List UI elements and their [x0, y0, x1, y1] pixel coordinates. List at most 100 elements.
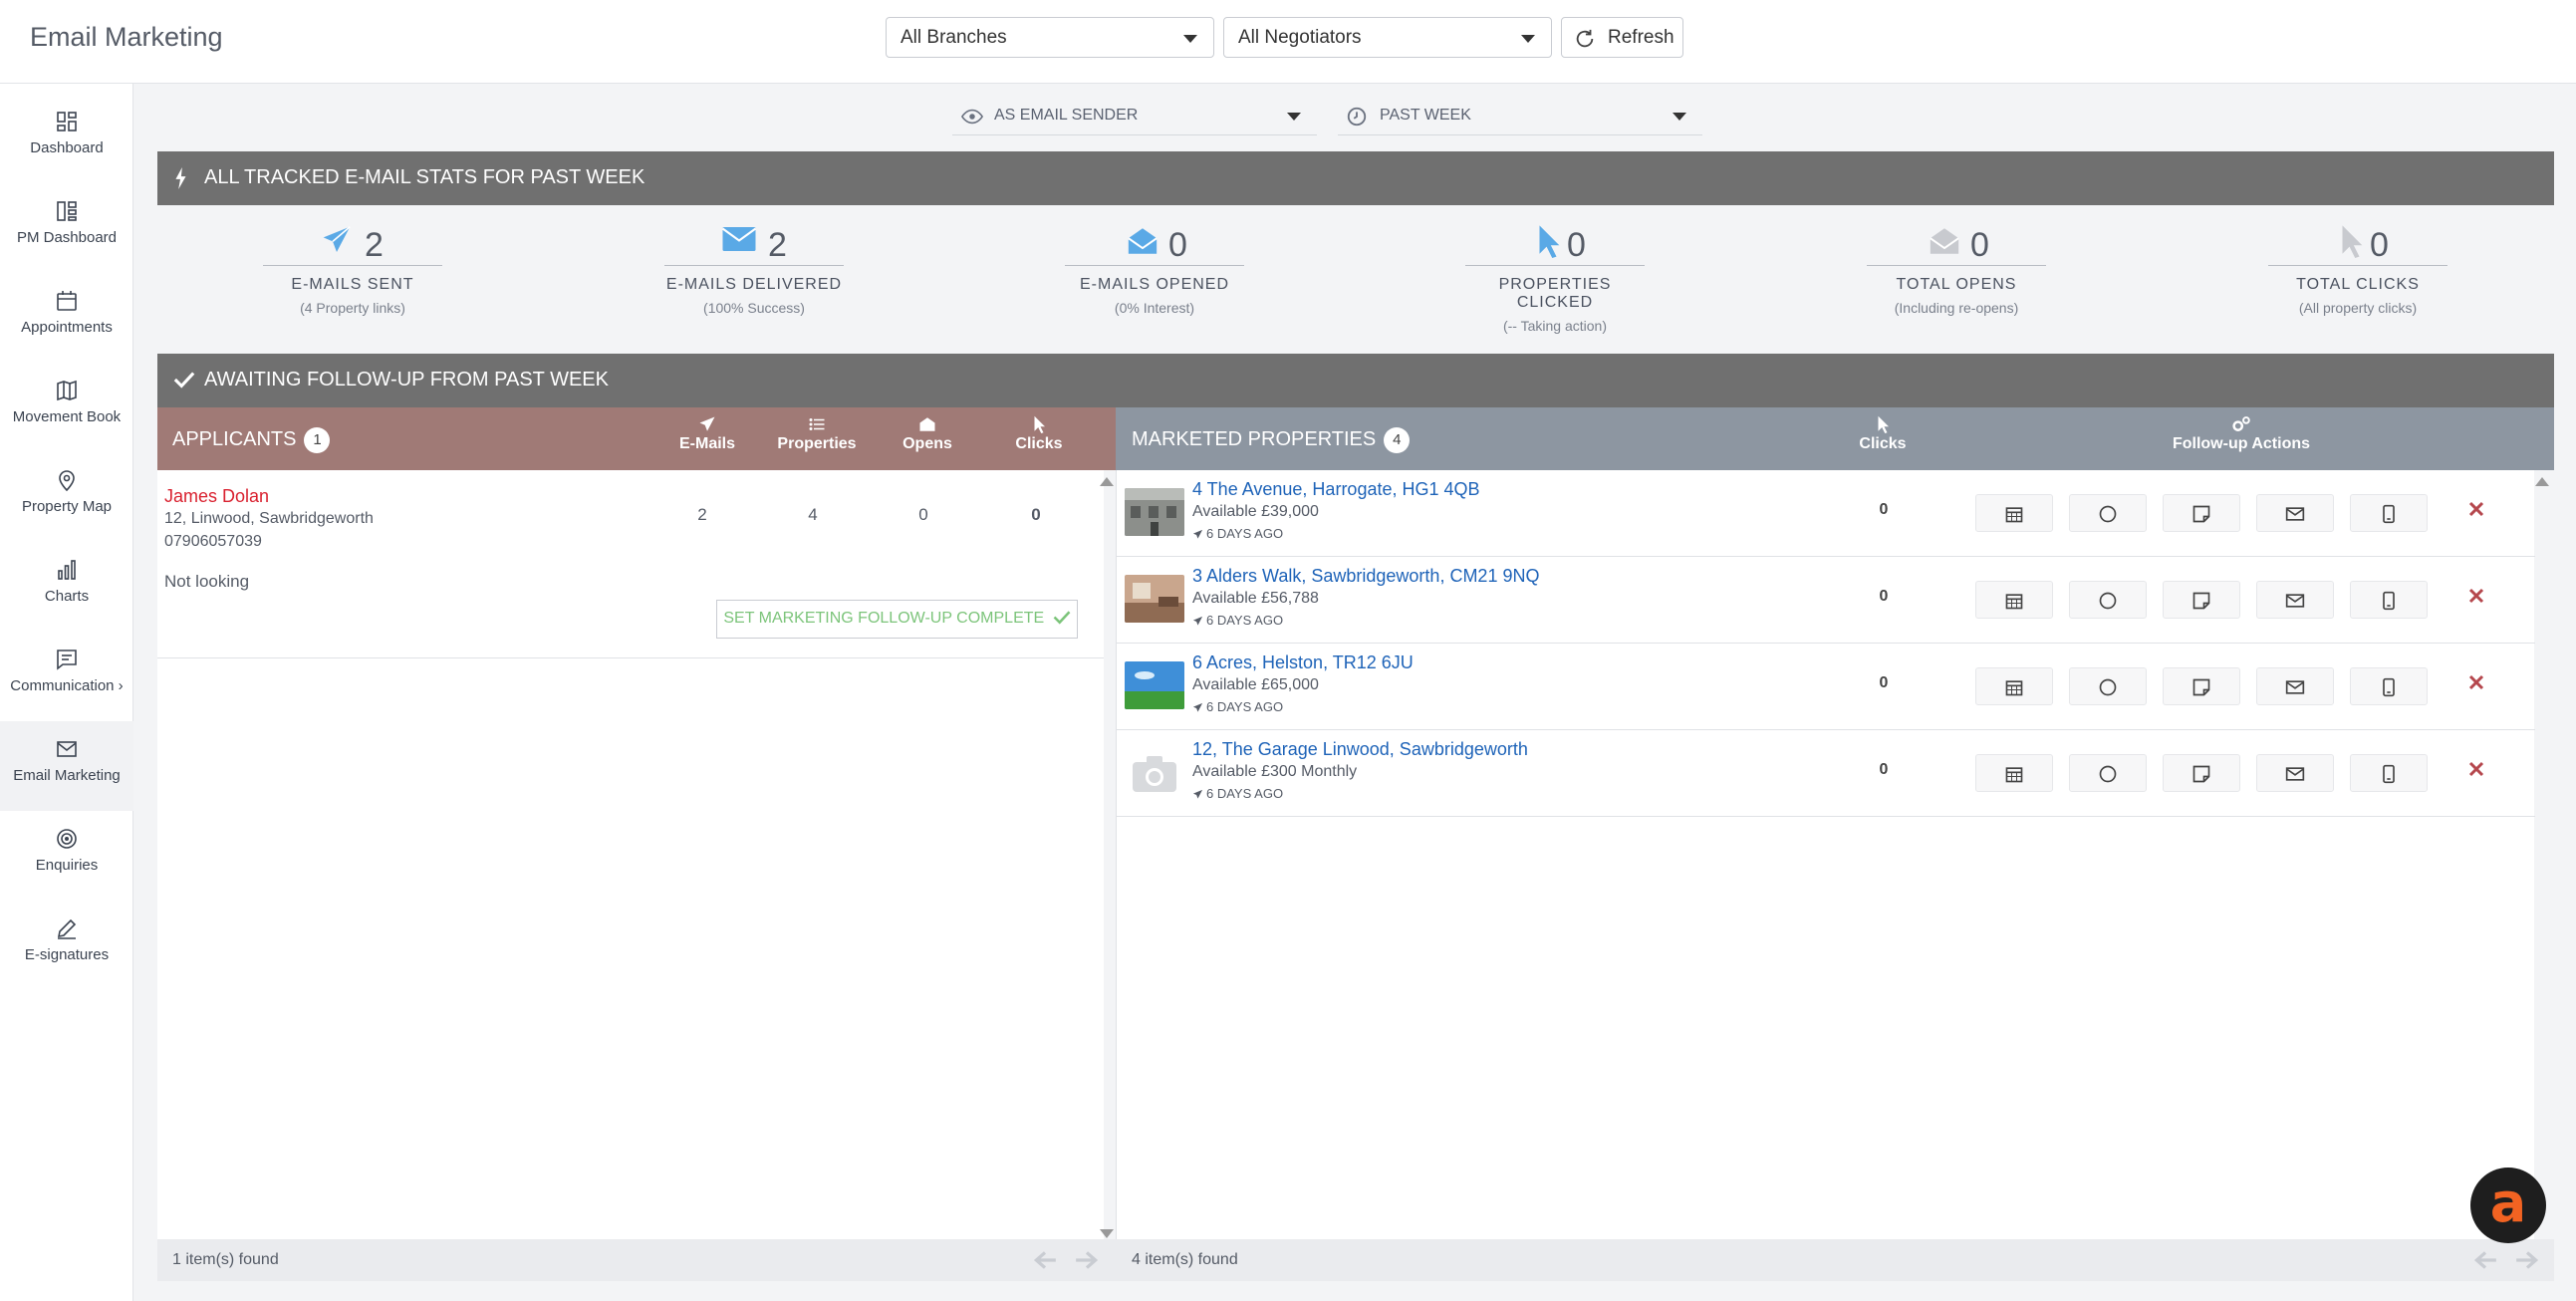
book-appointment-button[interactable] [1975, 581, 2053, 619]
scroll-down-icon[interactable] [1100, 1229, 1114, 1238]
col-property-clicks[interactable]: Clicks [1843, 415, 1923, 453]
status-button[interactable] [2069, 494, 2147, 532]
scroll-up-icon[interactable] [2535, 477, 2549, 486]
note-icon [2192, 765, 2210, 783]
send-sms-button[interactable] [2350, 667, 2428, 705]
table-row[interactable]: James Dolan 12, Linwood, Sawbridgeworth … [157, 470, 1104, 658]
sidebar-item-property-map[interactable]: Property Map [0, 452, 133, 542]
col-properties[interactable]: Properties [767, 415, 867, 453]
applicant-name[interactable]: James Dolan [164, 486, 269, 507]
stat-sub: (-- Taking action) [1502, 318, 1607, 334]
property-thumbnail[interactable] [1125, 661, 1184, 709]
delete-icon[interactable] [2467, 760, 2485, 778]
applicants-header: APPLICANTS 1 E-Mails Properties Opens Cli… [157, 407, 1116, 470]
branch-select[interactable]: All Branches [886, 17, 1214, 58]
calendar-icon [57, 291, 77, 311]
applicants-scrollbar[interactable] [1100, 477, 1116, 1244]
col-clicks-label: Clicks [1015, 435, 1063, 452]
view-as-select[interactable]: AS EMAIL SENDER [952, 98, 1317, 135]
camera-placeholder-icon[interactable] [1125, 748, 1184, 796]
sidebar-item-label: Movement Book [12, 408, 122, 425]
arrow-left-icon[interactable] [1032, 1249, 1058, 1271]
property-thumbnail[interactable] [1125, 575, 1184, 623]
stat-value: 0 [1970, 226, 1989, 264]
book-appointment-button[interactable] [1975, 754, 2053, 792]
applicants-count-text: 1 item(s) found [172, 1251, 279, 1268]
stat-label: TOTAL OPENS [1896, 276, 2017, 293]
add-note-button[interactable] [2163, 494, 2240, 532]
applicant-status: Not looking [164, 572, 250, 591]
properties-scrollbar[interactable] [2535, 477, 2551, 1244]
add-note-button[interactable] [2163, 754, 2240, 792]
negotiator-select[interactable]: All Negotiators [1223, 17, 1552, 58]
sidebar-item-appointments[interactable]: Appointments [0, 273, 133, 363]
send-email-button[interactable] [2256, 754, 2334, 792]
scroll-up-icon[interactable] [1100, 477, 1114, 486]
pm-dashboard-icon [57, 201, 77, 221]
send-email-button[interactable] [2256, 667, 2334, 705]
communication-icon [57, 650, 77, 670]
table-row[interactable]: 12, The Garage Linwood, Sawbridgeworth A… [1117, 730, 2535, 817]
book-appointment-button[interactable] [1975, 667, 2053, 705]
paper-plane-icon [1192, 789, 1203, 799]
set-followup-complete-button[interactable]: SET MARKETING FOLLOW-UP COMPLETE [716, 600, 1078, 639]
send-email-button[interactable] [2256, 494, 2334, 532]
sidebar-item-pm-dashboard[interactable]: PM Dashboard [0, 183, 133, 273]
add-note-button[interactable] [2163, 581, 2240, 619]
applicant-opens-count: 0 [918, 505, 928, 524]
chevron-down-icon [1521, 35, 1535, 43]
stat-label: E-MAILS DELIVERED [665, 276, 843, 293]
paper-plane-icon [323, 226, 351, 252]
status-button[interactable] [2069, 581, 2147, 619]
status-button[interactable] [2069, 754, 2147, 792]
sidebar-item-charts[interactable]: Charts [0, 542, 133, 632]
delete-icon[interactable] [2467, 587, 2485, 605]
sidebar-item-communication[interactable]: Communication › [0, 632, 133, 721]
send-sms-button[interactable] [2350, 581, 2428, 619]
property-address-link[interactable]: 6 Acres, Helston, TR12 6JU [1192, 652, 1414, 673]
property-address-link[interactable]: 12, The Garage Linwood, Sawbridgeworth [1192, 739, 1528, 760]
check-icon [173, 372, 195, 389]
book-appointment-button[interactable] [1975, 494, 2053, 532]
sidebar-item-movement-book[interactable]: Movement Book [0, 363, 133, 452]
arrow-left-icon[interactable] [2472, 1249, 2498, 1271]
stat-sub: (4 Property links) [300, 300, 405, 316]
send-sms-button[interactable] [2350, 494, 2428, 532]
add-note-button[interactable] [2163, 667, 2240, 705]
sidebar-item-label: PM Dashboard [16, 229, 118, 246]
status-button[interactable] [2069, 667, 2147, 705]
calendar-icon [2005, 594, 2023, 610]
property-sent-text: 6 DAYS AGO [1206, 526, 1284, 541]
sidebar-item-label-text: Communication [10, 677, 115, 694]
sidebar-item-e-signatures[interactable]: E-signatures [0, 901, 133, 990]
delete-icon[interactable] [2467, 500, 2485, 518]
table-row[interactable]: 6 Acres, Helston, TR12 6JU Available £65… [1117, 644, 2535, 730]
arrow-right-icon[interactable] [1074, 1249, 1100, 1271]
table-row[interactable]: 3 Alders Walk, Sawbridgeworth, CM21 9NQ … [1117, 557, 2535, 644]
book-icon [57, 380, 77, 401]
sidebar-item-dashboard[interactable]: Dashboard [0, 94, 133, 183]
table-row[interactable]: 4 The Avenue, Harrogate, HG1 4QB Availab… [1117, 470, 2535, 557]
col-opens[interactable]: Opens [893, 415, 962, 453]
period-select[interactable]: PAST WEEK [1338, 98, 1702, 135]
col-clicks[interactable]: Clicks [1004, 415, 1074, 453]
calendar-icon [2005, 680, 2023, 696]
arrow-right-icon[interactable] [2514, 1249, 2540, 1271]
applicant-clicks-count: 0 [1031, 505, 1041, 524]
send-sms-button[interactable] [2350, 754, 2428, 792]
refresh-button[interactable]: Refresh [1561, 17, 1683, 58]
col-emails[interactable]: E-Mails [667, 415, 747, 453]
property-price: Available £56,788 [1192, 590, 1319, 607]
envelope-icon [2285, 767, 2305, 781]
sidebar-item-email-marketing[interactable]: Email Marketing [0, 721, 133, 811]
property-address-link[interactable]: 4 The Avenue, Harrogate, HG1 4QB [1192, 479, 1480, 500]
sidebar-item-label: Enquiries [35, 857, 99, 874]
count-badge: 1 [304, 427, 331, 453]
applicant-emails-count: 2 [697, 505, 707, 524]
delete-icon[interactable] [2467, 673, 2485, 691]
property-thumbnail[interactable] [1125, 488, 1184, 536]
sidebar-item-enquiries[interactable]: Enquiries [0, 811, 133, 901]
send-email-button[interactable] [2256, 581, 2334, 619]
property-address-link[interactable]: 3 Alders Walk, Sawbridgeworth, CM21 9NQ [1192, 566, 1539, 587]
help-chat-button[interactable]: a [2470, 1168, 2546, 1243]
